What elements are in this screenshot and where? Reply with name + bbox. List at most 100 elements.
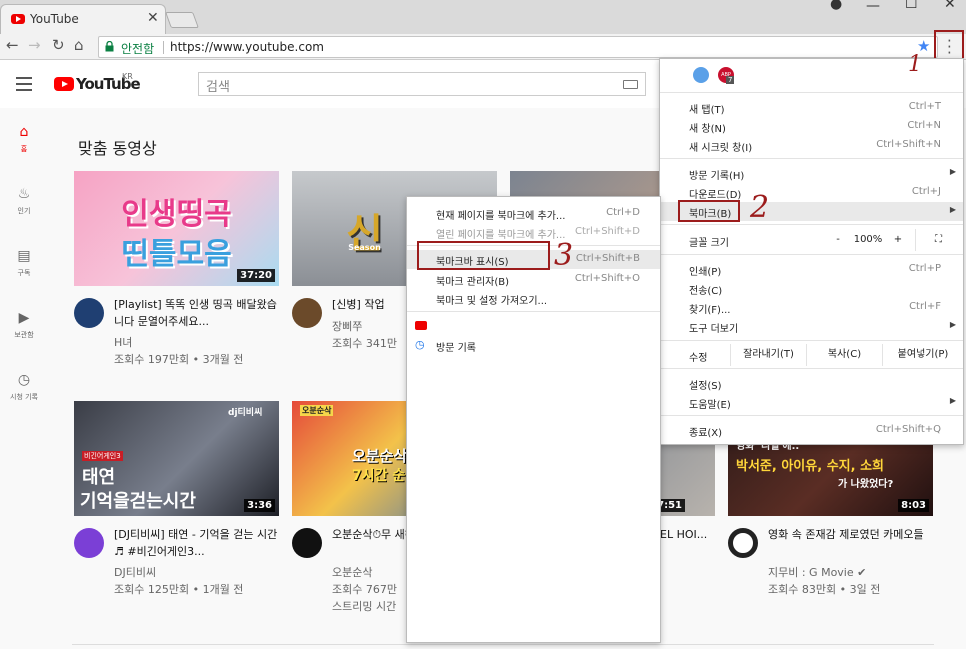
thumbnail-text: 기억을걷는시간	[80, 491, 196, 512]
sidenav-item-subscriptions[interactable]: ▤ 구독	[0, 248, 48, 278]
channel-name[interactable]: 지무비 : G Movie ✔	[768, 564, 866, 580]
region-code: KR	[122, 72, 133, 81]
zoom-in-button[interactable]: +	[883, 229, 913, 251]
submenu-item-youtube-bookmark[interactable]	[407, 317, 660, 336]
channel-avatar[interactable]	[74, 298, 104, 328]
annotation-number: 3	[554, 238, 574, 273]
minimize-icon[interactable]: —	[866, 0, 880, 14]
menu-shortcut: Ctrl+Shift+B	[575, 253, 640, 264]
highlight-box	[678, 200, 740, 222]
menu-item-print[interactable]: 인쇄(P) Ctrl+P	[660, 260, 963, 279]
maximize-icon[interactable]: ☐	[905, 0, 918, 12]
duration-badge: 3:36	[244, 499, 275, 512]
menu-separator	[407, 311, 660, 312]
channel-name[interactable]: 장삐쭈	[332, 318, 362, 334]
menu-separator	[660, 158, 963, 159]
menu-item-exit[interactable]: 종료(X) Ctrl+Shift+Q	[660, 421, 963, 440]
menu-label: 글꼴 크기	[689, 238, 729, 249]
video-title[interactable]: [DJ티비씨] 태연 - 기억을 걷는 시간 ♬ #비긴어게인3...	[114, 526, 279, 560]
video-title[interactable]: EL HOI...	[660, 526, 715, 543]
channel-avatar[interactable]	[292, 528, 322, 558]
browser-tab[interactable]: YouTube ✕	[0, 4, 166, 34]
subscriptions-icon: ▤	[17, 248, 31, 264]
adblock-badge: 7	[726, 76, 735, 84]
tab-close-icon[interactable]: ✕	[147, 10, 159, 26]
menu-item-incognito[interactable]: 새 시크릿 창(I) Ctrl+Shift+N	[660, 136, 963, 155]
channel-name[interactable]: DJ티비씨	[114, 564, 156, 580]
annotation-number: 2	[750, 190, 770, 225]
submenu-item-bookmark-open-pages[interactable]: 열린 페이지를 북마크에 추가... Ctrl+Shift+D	[407, 223, 660, 242]
menu-item-help[interactable]: 도움말(E) ▶	[660, 393, 963, 412]
forward-icon[interactable]: →	[28, 36, 41, 54]
channel-avatar[interactable]	[292, 298, 322, 328]
reload-icon[interactable]: ↻	[52, 36, 65, 54]
menu-label: 다운로드(D)	[689, 190, 742, 201]
search-input[interactable]: 검색	[198, 72, 646, 96]
zoom-value: 100%	[853, 234, 883, 245]
url-text[interactable]: https://www.youtube.com	[170, 40, 324, 54]
video-title[interactable]: [Playlist] 똑똑 인생 띵곡 배달왔습니다 문열어주세요...	[114, 296, 279, 330]
menu-label: 찾기(F)...	[689, 305, 731, 316]
extension-globe-icon[interactable]	[693, 67, 709, 83]
menu-label: 종료(X)	[689, 428, 723, 439]
menu-label: 새 시크릿 창(I)	[689, 143, 753, 154]
channel-name[interactable]: 오분순삭	[332, 564, 372, 580]
video-thumbnail[interactable]: dj티비씨 비긴어게인3 태연 기억을걷는시간 3:36	[74, 401, 279, 516]
menu-separator	[660, 368, 963, 369]
channel-avatar[interactable]	[74, 528, 104, 558]
copy-button[interactable]: 복사(C)	[806, 344, 882, 366]
video-thumbnail[interactable]: 인생띵곡 띤틀모음 37:20	[74, 171, 279, 286]
submenu-item-bookmark-manager[interactable]: 북마크 관리자(B) Ctrl+Shift+O	[407, 270, 660, 289]
sidenav-item-library[interactable]: ▶ 보관함	[0, 310, 48, 340]
duration-badge: 37:20	[237, 269, 275, 282]
sidenav-item-history[interactable]: ◷ 시청 기록	[0, 372, 48, 402]
cut-button[interactable]: 잘라내기(T)	[730, 344, 806, 366]
keyboard-icon[interactable]	[623, 80, 638, 89]
history-icon: ◷	[415, 338, 425, 351]
profile-icon[interactable]: ●	[830, 0, 842, 12]
submenu-arrow-icon: ▶	[949, 396, 956, 405]
hamburger-menu-icon[interactable]	[16, 77, 32, 95]
menu-separator	[660, 340, 963, 341]
menu-item-new-tab[interactable]: 새 탭(T) Ctrl+T	[660, 98, 963, 117]
menu-item-new-window[interactable]: 새 창(N) Ctrl+N	[660, 117, 963, 136]
window-close-icon[interactable]: ✕	[944, 0, 956, 12]
sidenav-label: 인기	[17, 207, 31, 215]
submenu-item-bookmark-page[interactable]: 현재 페이지를 북마크에 추가... Ctrl+D	[407, 204, 660, 223]
address-bar[interactable]: 안전함 https://www.youtube.com ★	[98, 36, 938, 58]
menu-item-zoom: 글꼴 크기 - 100% + ⛶	[660, 229, 963, 251]
video-title[interactable]: 영화 속 존재감 제로였던 카메오들	[768, 526, 933, 543]
side-navigation: ⌂ 홈 ♨ 인기 ▤ 구독 ▶ 보관함 ◷ 시청 기록	[0, 108, 48, 649]
menu-item-cast[interactable]: 전송(C)	[660, 279, 963, 298]
sidenav-item-trending[interactable]: ♨ 인기	[0, 186, 48, 216]
library-icon: ▶	[18, 310, 30, 326]
channel-avatar[interactable]	[728, 528, 758, 558]
video-meta: 스트리밍 시간	[332, 600, 397, 613]
submenu-item-history[interactable]: ◷ 방문 기록	[407, 336, 660, 355]
back-icon[interactable]: ←	[6, 36, 19, 54]
video-meta: 조회수 341만	[332, 337, 397, 350]
zoom-out-button[interactable]: -	[823, 229, 853, 251]
menu-separator	[660, 224, 963, 225]
thumbnail-text: 띤틀모음	[121, 237, 232, 272]
menu-label: 인쇄(P)	[689, 267, 722, 278]
section-title: 맞춤 동영상	[78, 139, 157, 158]
menu-item-bookmarks[interactable]: 북마크(B) ▶	[660, 200, 963, 222]
fullscreen-icon[interactable]: ⛶	[915, 229, 961, 251]
new-tab-button[interactable]	[165, 12, 199, 28]
paste-button[interactable]: 붙여넣기(P)	[882, 344, 963, 366]
menu-label: 방문 기록	[436, 343, 476, 354]
sidenav-item-home[interactable]: ⌂ 홈	[0, 124, 48, 154]
menu-shortcut: Ctrl+D	[606, 207, 640, 218]
submenu-arrow-icon: ▶	[949, 320, 956, 329]
home-button-icon[interactable]: ⌂	[74, 36, 84, 54]
menu-item-settings[interactable]: 설정(S)	[660, 374, 963, 393]
menu-item-history[interactable]: 방문 기록(H) ▶	[660, 164, 963, 183]
channel-name[interactable]: H녀	[114, 334, 132, 350]
menu-item-more-tools[interactable]: 도구 더보기 ▶	[660, 317, 963, 336]
menu-item-find[interactable]: 찾기(F)... Ctrl+F	[660, 298, 963, 317]
video-meta: 조회수 767만	[332, 583, 397, 596]
submenu-item-import-bookmarks[interactable]: 북마크 및 설정 가져오기...	[407, 289, 660, 308]
menu-separator	[660, 254, 963, 255]
thumbnail-text: 박서준, 아이유, 수지, 소희	[736, 459, 884, 474]
